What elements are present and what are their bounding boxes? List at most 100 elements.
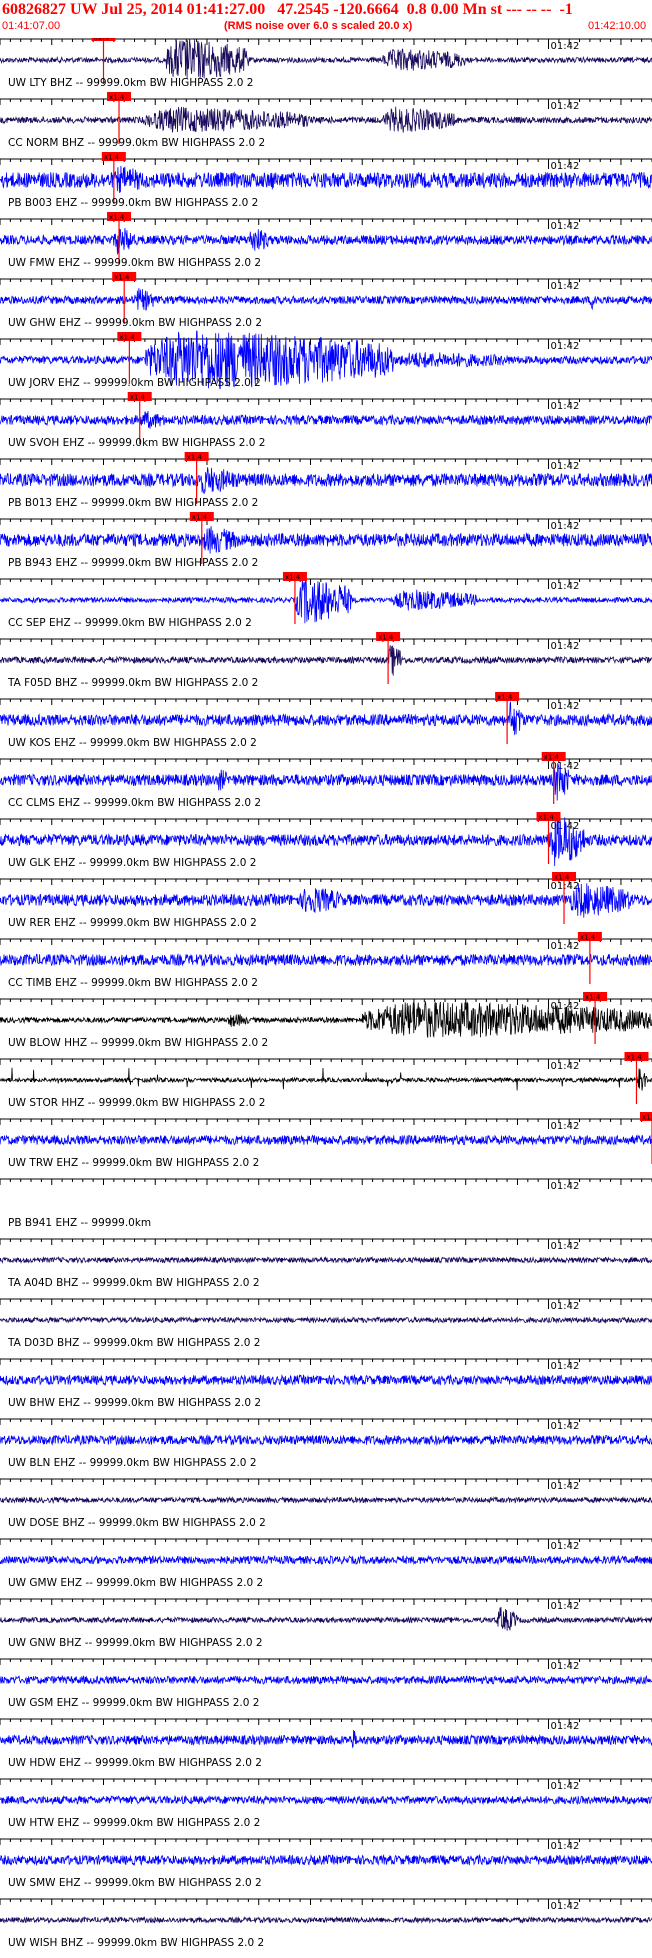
minute-mark-label: 01:42 [551, 1541, 580, 1552]
trace-label: UW TRW EHZ -- 99999.0km BW HIGHPASS 2.0 … [8, 1157, 259, 1169]
minute-mark-label: 01:42 [551, 401, 580, 412]
minute-mark-label: 01:42 [551, 1301, 580, 1312]
waveform-trace [0, 1794, 652, 1806]
minute-mark-label: 01:42 [551, 1661, 580, 1672]
minute-mark-label: 01:42 [551, 1781, 580, 1792]
minute-mark-label: 01:42 [551, 281, 580, 292]
trace-label: TA A04D BHZ -- 99999.0km BW HIGHPASS 2.0… [7, 1277, 260, 1289]
waveform-trace [0, 1554, 652, 1566]
minute-mark-label: 01:42 [551, 1481, 580, 1492]
trace-label: UW GMW EHZ -- 99999.0km BW HIGHPASS 2.0 … [8, 1577, 263, 1589]
pick-label: x1.4 [187, 454, 203, 462]
trace-label: PB B013 EHZ -- 99999.0km BW HIGHPASS 2.0… [8, 497, 258, 509]
trace-label: UW LTY BHZ -- 99999.0km BW HIGHPASS 2.0 … [8, 77, 253, 89]
end-time-label: 01:42:10.00 [588, 20, 647, 32]
minute-mark-label: 01:42 [551, 641, 580, 652]
pick-label: x1.4 [192, 514, 208, 522]
trace-label: UW HDW EHZ -- 99999.0km BW HIGHPASS 2.0 … [8, 1757, 262, 1769]
trace-label: CC CLMS EHZ -- 99999.0km BW HIGHPASS 2.0… [8, 797, 261, 809]
minute-mark-label: 01:42 [551, 1841, 580, 1852]
pick-label: x1.4 [497, 694, 513, 702]
trace-label: TA D03D BHZ -- 99999.0km BW HIGHPASS 2.0… [7, 1337, 260, 1349]
pick-label: x1.4 [580, 934, 596, 942]
minute-mark-label: 01:42 [551, 881, 580, 892]
trace-label: UW SMW EHZ -- 99999.0km BW HIGHPASS 2.0 … [8, 1877, 262, 1889]
trace-label: UW STOR HHZ -- 99999.0km BW HIGHPASS 2.0… [8, 1097, 266, 1109]
minute-mark-label: 01:42 [551, 161, 580, 172]
minute-mark-label: 01:42 [551, 41, 580, 52]
trace-label: UW DOSE BHZ -- 99999.0km BW HIGHPASS 2.0… [8, 1517, 266, 1529]
waveform-trace [0, 1315, 652, 1324]
pick-label: x1.4 [109, 214, 125, 222]
trace-label: UW KOS EHZ -- 99999.0km BW HIGHPASS 2.0 … [8, 737, 257, 749]
trace-label: UW RER EHZ -- 99999.0km BW HIGHPASS 2.0 … [8, 917, 257, 929]
pick-label: x1.4 [130, 394, 146, 402]
trace-label: UW FMW EHZ -- 99999.0km BW HIGHPASS 2.0 … [8, 257, 261, 269]
pick-label: x1.4 [285, 574, 301, 582]
minute-mark-label: 01:42 [551, 221, 580, 232]
seismogram-plot: 01:42 x1.4 UW LTY BHZ -- 99999.0km BW HIGH… [0, 38, 652, 1949]
waveform-trace [0, 228, 652, 255]
trace-label: PB B003 EHZ -- 99999.0km BW HIGHPASS 2.0… [8, 197, 258, 209]
minute-mark-label: 01:42 [551, 341, 580, 352]
minute-mark-label: 01:42 [551, 1601, 580, 1612]
trace-label: CC SEP EHZ -- 99999.0km BW HIGHPASS 2.0 … [8, 617, 252, 629]
start-time-label: 01:41:07.00 [2, 20, 61, 32]
trace-label: UW JORV EHZ -- 99999.0km BW HIGHPASS 2.0… [8, 377, 261, 389]
waveform-trace [0, 1433, 652, 1447]
pick-label: x1.4 [109, 94, 125, 102]
trace-label: UW HTW EHZ -- 99999.0km BW HIGHPASS 2.0 … [8, 1817, 260, 1829]
trace-label: UW GSM EHZ -- 99999.0km BW HIGHPASS 2.0 … [8, 1697, 259, 1709]
pick-label: x1.4 [585, 994, 601, 1002]
minute-mark-label: 01:42 [551, 1181, 580, 1192]
pick-label: x1.4 [378, 634, 394, 642]
minute-mark-label: 01:42 [551, 1361, 580, 1372]
minute-mark-label: 01:42 [551, 1061, 580, 1072]
minute-mark-label: 01:42 [551, 1421, 580, 1432]
waveform-trace [0, 952, 652, 967]
pick-label: x1.4 [554, 874, 570, 882]
minute-mark-label: 01:42 [551, 581, 580, 592]
pick-label: x1.4 [626, 1054, 642, 1062]
minute-mark-label: 01:42 [551, 1901, 580, 1912]
waveform-trace [0, 1729, 652, 1749]
trace-label: UW GHW EHZ -- 99999.0km BW HIGHPASS 2.0 … [8, 317, 262, 329]
plot-header: 60826827 UW Jul 25, 2014 01:41:27.00 47.… [0, 0, 652, 38]
pick-label: x1.4 [539, 814, 555, 822]
trace-label: UW SVOH EHZ -- 99999.0km BW HIGHPASS 2.0… [8, 437, 265, 449]
trace-label: UW BLN EHZ -- 99999.0km BW HIGHPASS 2.0 … [8, 1457, 257, 1469]
waveform-trace [0, 1915, 652, 1924]
waveform-trace [0, 1674, 652, 1686]
minute-mark-label: 01:42 [551, 1121, 580, 1132]
minute-mark-label: 01:42 [551, 521, 580, 532]
waveform-trace [0, 1255, 652, 1265]
trace-label: CC NORM BHZ -- 99999.0km BW HIGHPASS 2.0… [8, 137, 265, 149]
trace-label: UW BLOW HHZ -- 99999.0km BW HIGHPASS 2.0… [8, 1037, 268, 1049]
pick-label: x1.4 [119, 334, 135, 342]
pick-label: x1.4 [642, 1114, 652, 1122]
waveform-trace [0, 1133, 652, 1146]
minute-mark-label: 01:42 [551, 1241, 580, 1252]
trace-label: UW GLK EHZ -- 99999.0km BW HIGHPASS 2.0 … [8, 857, 256, 869]
pick-label: x1.4 [114, 274, 130, 282]
trace-label: UW GNW BHZ -- 99999.0km BW HIGHPASS 2.0 … [8, 1637, 263, 1649]
trace-label: UW BHW EHZ -- 99999.0km BW HIGHPASS 2.0 … [8, 1397, 261, 1409]
trace-label: TA F05D BHZ -- 99999.0km BW HIGHPASS 2.0… [7, 677, 258, 689]
waveform-trace [0, 1373, 652, 1387]
minute-mark-label: 01:42 [551, 461, 580, 472]
minute-mark-label: 01:42 [551, 941, 580, 952]
minute-mark-label: 01:42 [551, 701, 580, 712]
pick-label: x1.4 [93, 38, 109, 42]
trace-label: CC TIMB EHZ -- 99999.0km BW HIGHPASS 2.0… [8, 977, 258, 989]
waveform-trace [0, 411, 652, 429]
rms-note: (RMS noise over 6.0 s scaled 20.0 x) [224, 20, 413, 32]
pick-label: x1.4 [544, 754, 560, 762]
trace-label: PB B943 EHZ -- 99999.0km BW HIGHPASS 2.0… [8, 557, 258, 569]
minute-mark-label: 01:42 [551, 101, 580, 112]
waveform-trace [0, 1853, 652, 1867]
trace-label: UW WISH BHZ -- 99999.0km BW HIGHPASS 2.0… [8, 1937, 264, 1949]
event-title: 60826827 UW Jul 25, 2014 01:41:27.00 47.… [2, 1, 573, 18]
waveform-trace [0, 1496, 652, 1505]
trace-label: PB B941 EHZ -- 99999.0km [8, 1217, 151, 1229]
minute-mark-label: 01:42 [551, 1721, 580, 1732]
